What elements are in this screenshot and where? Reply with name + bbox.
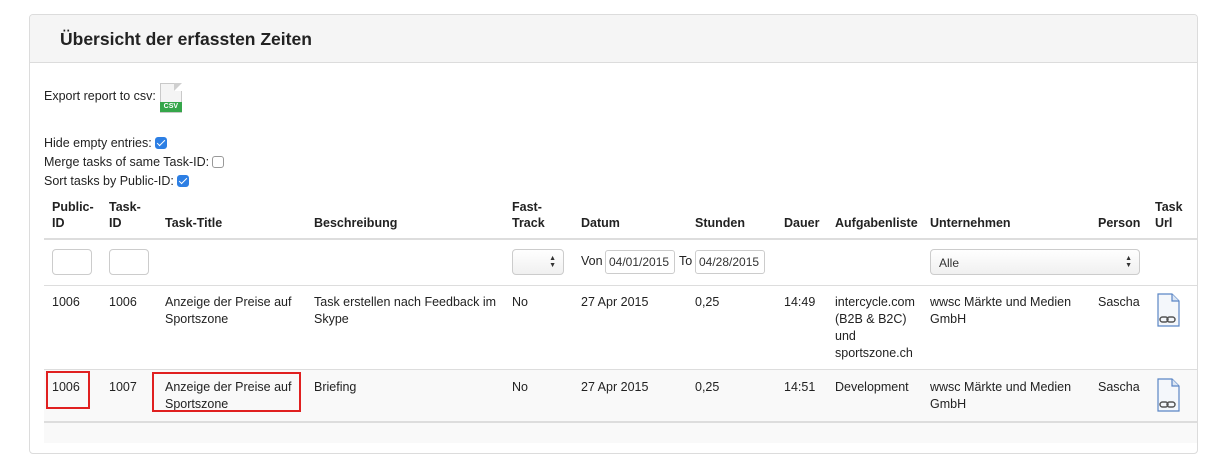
- header-task-id-line2: ID: [109, 216, 122, 230]
- merge-tasks-option[interactable]: Merge tasks of same Task-ID:: [44, 155, 225, 169]
- row2-datum: 27 Apr 2015: [581, 380, 649, 394]
- row1-aufgabe-line4: sportszone.ch: [835, 346, 913, 360]
- row1-title-line1: Anzeige der Preise auf: [165, 295, 292, 309]
- task-url-link-icon[interactable]: [1157, 293, 1181, 327]
- export-label: Export report to csv:: [44, 89, 156, 103]
- row2-dauer: 14:51: [784, 380, 816, 394]
- unternehmen-selected: Alle: [939, 256, 960, 270]
- row2-firma-line2: GmbH: [930, 397, 967, 411]
- header-beschreibung[interactable]: Beschreibung: [314, 215, 397, 231]
- row2-fast-track: No: [512, 380, 528, 394]
- header-divider: [44, 238, 1197, 240]
- task-id-filter-input[interactable]: [109, 249, 149, 275]
- csv-file-fold: [173, 83, 182, 91]
- header-task-id[interactable]: Task- ID: [109, 199, 141, 231]
- row2-beschreibung: Briefing: [314, 380, 357, 394]
- panel-body: Export report to csv: CSV Hide empty ent…: [30, 63, 1197, 443]
- header-task-url-line2: Url: [1155, 216, 1173, 230]
- time-overview-panel: Übersicht der erfassten Zeiten Export re…: [29, 14, 1198, 454]
- row1-title-line2: Sportszone: [165, 312, 229, 326]
- csv-export-icon[interactable]: CSV: [159, 83, 186, 117]
- row1-desc-line2: Skype: [314, 312, 349, 326]
- header-task-title[interactable]: Task-Title: [165, 215, 222, 231]
- fast-track-filter-select[interactable]: ▲ ▼: [512, 249, 564, 275]
- merge-tasks-checkbox[interactable]: [212, 156, 225, 168]
- header-person[interactable]: Person: [1098, 215, 1140, 231]
- select-arrows-icon: ▲ ▼: [549, 255, 556, 269]
- csv-badge: CSV: [159, 102, 182, 112]
- panel-header: Übersicht der erfassten Zeiten: [30, 15, 1197, 63]
- public-id-filter-input[interactable]: [52, 249, 92, 275]
- highlight-box-task-title: [152, 372, 301, 412]
- row1-task-title: Anzeige der Preise auf Sportszone: [165, 294, 291, 328]
- row1-aufgabe-line3: und: [835, 329, 856, 343]
- row1-aufgabe-line1: intercycle.com: [835, 295, 915, 309]
- date-from-label: Von: [581, 254, 603, 268]
- row2-unternehmen: wwsc Märkte und Medien GmbH: [930, 379, 1071, 413]
- sort-public-id-label: Sort tasks by Public-ID:: [44, 174, 174, 188]
- date-to-label: To: [679, 254, 693, 268]
- row1-stunden: 0,25: [695, 295, 720, 309]
- row1-task-id: 1006: [109, 295, 137, 309]
- row1-unternehmen: wwsc Märkte und Medien GmbH: [930, 294, 1071, 328]
- header-dauer[interactable]: Dauer: [784, 215, 819, 231]
- row1-aufgabe-line2: (B2B & B2C): [835, 312, 907, 326]
- row1-aufgabenliste: intercycle.com (B2B & B2C) und sportszon…: [835, 294, 915, 362]
- header-unternehmen[interactable]: Unternehmen: [930, 215, 1011, 231]
- row1-fast-track: No: [512, 295, 528, 309]
- row2-task-id: 1007: [109, 380, 137, 394]
- hide-empty-option[interactable]: Hide empty entries:: [44, 136, 167, 150]
- row2-stunden: 0,25: [695, 380, 720, 394]
- task-url-link-icon[interactable]: [1157, 378, 1181, 412]
- table-bottom-border: [44, 421, 1197, 423]
- row1-dauer: 14:49: [784, 295, 816, 309]
- select-arrows-icon: ▲ ▼: [1125, 255, 1132, 269]
- header-fast-track-line2: Track: [512, 216, 545, 230]
- row1-datum: 27 Apr 2015: [581, 295, 649, 309]
- date-to-input[interactable]: 04/28/2015: [695, 250, 765, 274]
- header-public-id-line1: Public-: [52, 200, 94, 214]
- header-task-url[interactable]: Task Url: [1155, 199, 1183, 231]
- row1-beschreibung: Task erstellen nach Feedback im Skype: [314, 294, 496, 328]
- hide-empty-checkbox[interactable]: [154, 137, 167, 149]
- merge-tasks-label: Merge tasks of same Task-ID:: [44, 155, 210, 169]
- filter-divider: [44, 285, 1197, 286]
- row1-desc-line1: Task erstellen nach Feedback im: [314, 295, 497, 309]
- page-title: Übersicht der erfassten Zeiten: [60, 29, 312, 49]
- header-aufgabenliste[interactable]: Aufgabenliste: [835, 215, 918, 231]
- header-fast-track-line1: Fast-: [512, 200, 542, 214]
- header-task-id-line1: Task-: [109, 200, 141, 214]
- header-task-url-line1: Task: [1155, 200, 1183, 214]
- row1-person: Sascha: [1098, 295, 1140, 309]
- row2-aufgabenliste: Development: [835, 380, 909, 394]
- row1-firma-line2: GmbH: [930, 312, 967, 326]
- header-public-id-line2: ID: [52, 216, 65, 230]
- row2-person: Sascha: [1098, 380, 1140, 394]
- hide-empty-label: Hide empty entries:: [44, 136, 152, 150]
- header-fast-track[interactable]: Fast- Track: [512, 199, 545, 231]
- row1-public-id: 1006: [52, 295, 80, 309]
- sort-public-id-checkbox[interactable]: [176, 175, 189, 187]
- header-public-id[interactable]: Public- ID: [52, 199, 94, 231]
- row1-firma-line1: wwsc Märkte und Medien: [930, 295, 1072, 309]
- highlight-box-public-id: [46, 371, 90, 409]
- export-row: Export report to csv: CSV: [44, 83, 186, 117]
- unternehmen-filter-select[interactable]: Alle ▲ ▼: [930, 249, 1140, 275]
- row2-firma-line1: wwsc Märkte und Medien: [930, 380, 1072, 394]
- header-stunden[interactable]: Stunden: [695, 215, 745, 231]
- header-datum[interactable]: Datum: [581, 215, 620, 231]
- sort-public-id-option[interactable]: Sort tasks by Public-ID:: [44, 174, 189, 188]
- date-from-input[interactable]: 04/01/2015: [605, 250, 675, 274]
